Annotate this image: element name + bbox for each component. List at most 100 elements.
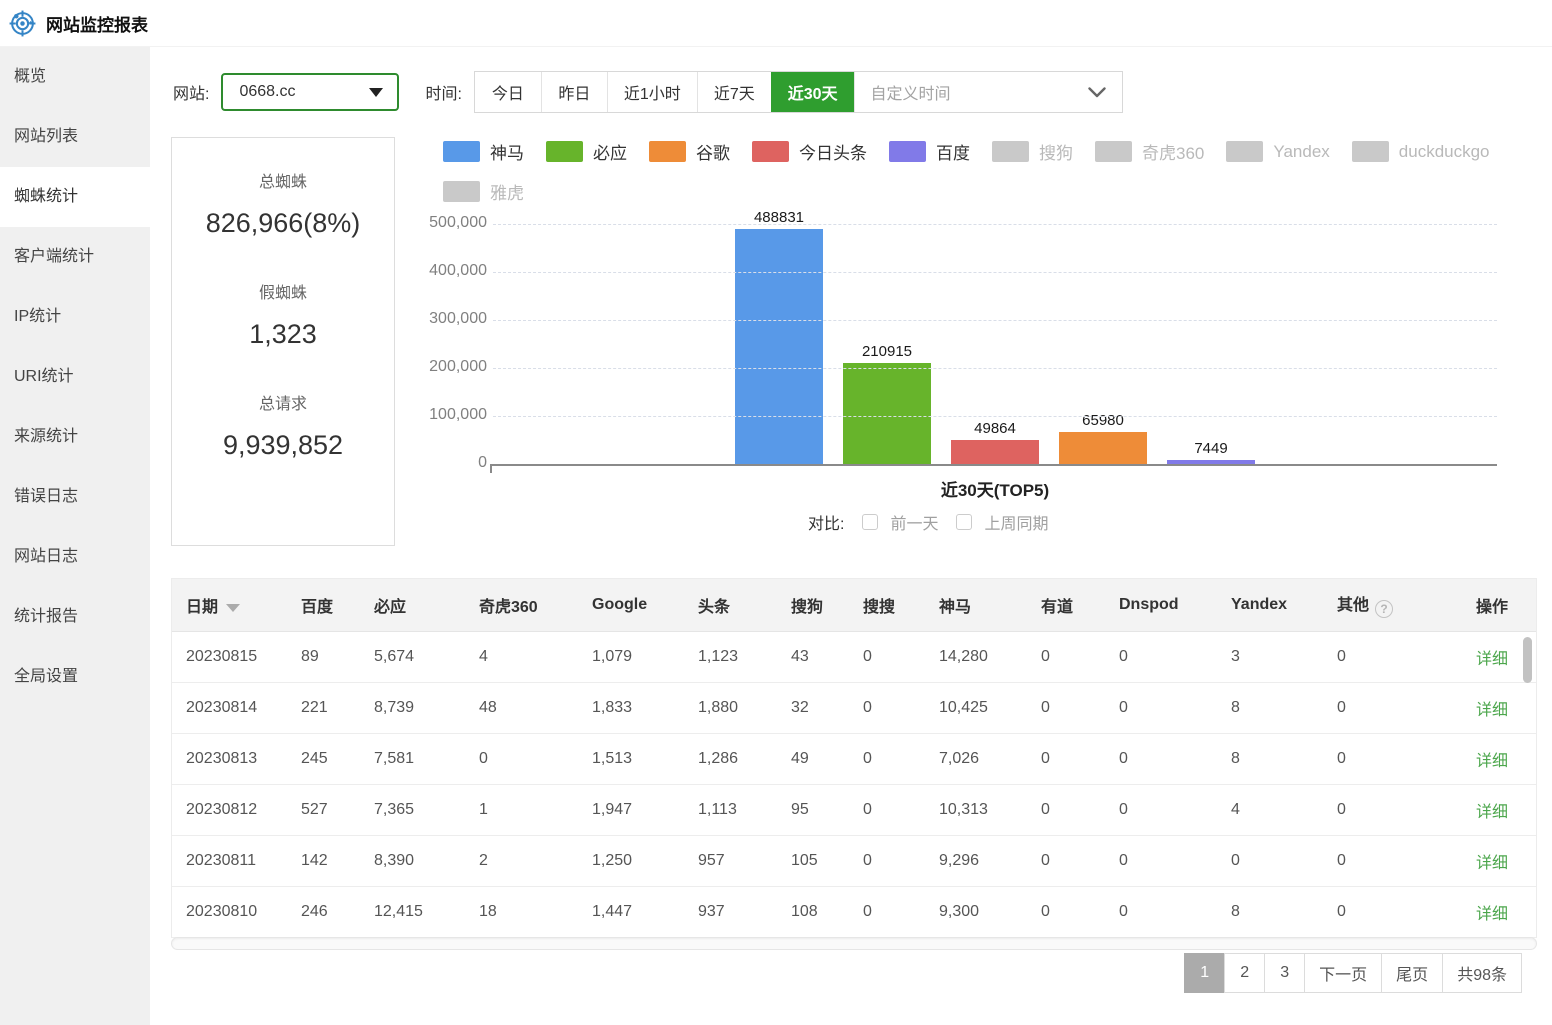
next-page-button[interactable]: 下一页 <box>1304 953 1382 993</box>
cell-value: 2 <box>479 835 592 886</box>
cell-value: 527 <box>301 784 374 835</box>
legend-item-百度[interactable]: 百度 <box>889 139 970 164</box>
column-header-Yandex: Yandex <box>1231 579 1337 631</box>
spider-table: 日期百度必应奇虎360Google头条搜狗搜搜神马有道DnspodYandex其… <box>171 578 1537 938</box>
bar-必应[interactable]: 210915 <box>843 363 931 464</box>
legend-item-必应[interactable]: 必应 <box>546 139 627 164</box>
legend-item-雅虎[interactable]: 雅虎 <box>443 179 524 204</box>
cell-date: 20230815 <box>172 631 301 682</box>
bar-谷歌[interactable]: 65980 <box>1059 432 1147 464</box>
compare-checkbox-上周同期[interactable] <box>956 514 972 530</box>
stat-value: 826,966(8%) <box>206 208 361 239</box>
cell-value: 0 <box>479 733 592 784</box>
legend-item-Yandex[interactable]: Yandex <box>1226 141 1329 162</box>
cell-date: 20230812 <box>172 784 301 835</box>
legend-item-duckduckgo[interactable]: duckduckgo <box>1352 141 1490 162</box>
legend-item-谷歌[interactable]: 谷歌 <box>649 139 730 164</box>
stat-value: 1,323 <box>249 319 317 350</box>
time-button-今日[interactable]: 今日 <box>475 72 541 112</box>
legend-label: Yandex <box>1273 142 1329 162</box>
detail-link[interactable]: 详细 <box>1476 906 1508 923</box>
y-tick-label: 200,000 <box>393 358 487 376</box>
time-button-近7天[interactable]: 近7天 <box>697 72 771 112</box>
legend-label: 神马 <box>490 139 524 164</box>
cell-value: 0 <box>863 886 939 937</box>
page-button-1[interactable]: 1 <box>1184 953 1225 993</box>
custom-time-select[interactable]: 自定义时间 <box>854 72 1122 112</box>
time-range-group: 今日昨日近1小时近7天近30天 自定义时间 <box>474 71 1123 113</box>
gridline <box>493 224 1497 225</box>
bar-百度[interactable]: 7449 <box>1167 460 1255 464</box>
cell-value: 32 <box>791 682 863 733</box>
total-count: 共98条 <box>1442 953 1522 993</box>
bar-value-label: 7449 <box>1194 440 1227 457</box>
cell-value: 9,300 <box>939 886 1041 937</box>
detail-link[interactable]: 详细 <box>1476 651 1508 668</box>
help-icon[interactable]: ? <box>1375 600 1393 618</box>
compare-checkbox-前一天[interactable] <box>862 514 878 530</box>
horizontal-scrollbar[interactable] <box>171 937 1537 950</box>
sidebar-item-IP统计[interactable]: IP统计 <box>0 287 150 347</box>
last-page-button[interactable]: 尾页 <box>1381 953 1443 993</box>
gridline <box>493 272 1497 273</box>
chart-title: 近30天(TOP5) <box>493 476 1497 501</box>
sidebar-item-网站日志[interactable]: 网站日志 <box>0 527 150 587</box>
sidebar: 概览网站列表蜘蛛统计客户端统计IP统计URI统计来源统计错误日志网站日志统计报告… <box>0 47 150 1025</box>
time-button-近1小时[interactable]: 近1小时 <box>607 72 697 112</box>
sidebar-item-客户端统计[interactable]: 客户端统计 <box>0 227 150 287</box>
sidebar-item-URI统计[interactable]: URI统计 <box>0 347 150 407</box>
sidebar-item-蜘蛛统计[interactable]: 蜘蛛统计 <box>0 167 150 227</box>
compare-option-label: 前一天 <box>890 510 938 534</box>
column-header-头条: 头条 <box>698 579 791 631</box>
cell-value: 0 <box>1119 631 1231 682</box>
cell-value: 105 <box>791 835 863 886</box>
sort-descending-icon[interactable] <box>226 604 240 612</box>
stat-label: 总蜘蛛 <box>206 168 361 192</box>
cell-value: 0 <box>1231 835 1337 886</box>
legend-swatch <box>649 141 686 162</box>
bar-今日头条[interactable]: 49864 <box>951 440 1039 464</box>
legend-item-奇虎360[interactable]: 奇虎360 <box>1095 139 1204 164</box>
detail-link[interactable]: 详细 <box>1476 702 1508 719</box>
cell-value: 1,447 <box>592 886 698 937</box>
sidebar-item-概览[interactable]: 概览 <box>0 47 150 107</box>
vertical-scrollbar[interactable] <box>1523 637 1532 683</box>
sidebar-item-网站列表[interactable]: 网站列表 <box>0 107 150 167</box>
dropdown-triangle-icon <box>369 88 383 97</box>
sidebar-item-全局设置[interactable]: 全局设置 <box>0 647 150 707</box>
time-button-近30天[interactable]: 近30天 <box>771 72 854 112</box>
legend-item-搜狗[interactable]: 搜狗 <box>992 139 1073 164</box>
detail-link[interactable]: 详细 <box>1476 855 1508 872</box>
sidebar-item-错误日志[interactable]: 错误日志 <box>0 467 150 527</box>
column-header-搜搜: 搜搜 <box>863 579 939 631</box>
cell-value: 8 <box>1231 733 1337 784</box>
time-label: 时间: <box>425 80 461 104</box>
legend-swatch <box>752 141 789 162</box>
column-header-其他: 其他? <box>1337 579 1476 631</box>
column-header-必应: 必应 <box>374 579 479 631</box>
sidebar-item-来源统计[interactable]: 来源统计 <box>0 407 150 467</box>
sidebar-item-统计报告[interactable]: 统计报告 <box>0 587 150 647</box>
target-logo-icon <box>9 10 36 37</box>
column-header-神马: 神马 <box>939 579 1041 631</box>
cell-date: 20230814 <box>172 682 301 733</box>
site-select[interactable]: 0668.cc <box>221 73 399 111</box>
time-button-昨日[interactable]: 昨日 <box>541 72 607 112</box>
cell-value: 9,296 <box>939 835 1041 886</box>
page-button-2[interactable]: 2 <box>1224 953 1265 993</box>
cell-value: 18 <box>479 886 592 937</box>
cell-value: 1 <box>479 784 592 835</box>
legend-label: 搜狗 <box>1039 139 1073 164</box>
stat-总蜘蛛: 总蜘蛛 826,966(8%) <box>206 168 361 239</box>
bar-神马[interactable]: 488831 <box>735 229 823 464</box>
detail-link[interactable]: 详细 <box>1476 753 1508 770</box>
legend-item-今日头条[interactable]: 今日头条 <box>752 139 867 164</box>
page-button-3[interactable]: 3 <box>1264 953 1305 993</box>
legend-item-神马[interactable]: 神马 <box>443 139 524 164</box>
cell-value: 49 <box>791 733 863 784</box>
detail-link[interactable]: 详细 <box>1476 804 1508 821</box>
cell-action: 详细 <box>1476 784 1536 835</box>
cell-value: 7,365 <box>374 784 479 835</box>
cell-value: 0 <box>1041 733 1119 784</box>
legend-swatch <box>889 141 926 162</box>
